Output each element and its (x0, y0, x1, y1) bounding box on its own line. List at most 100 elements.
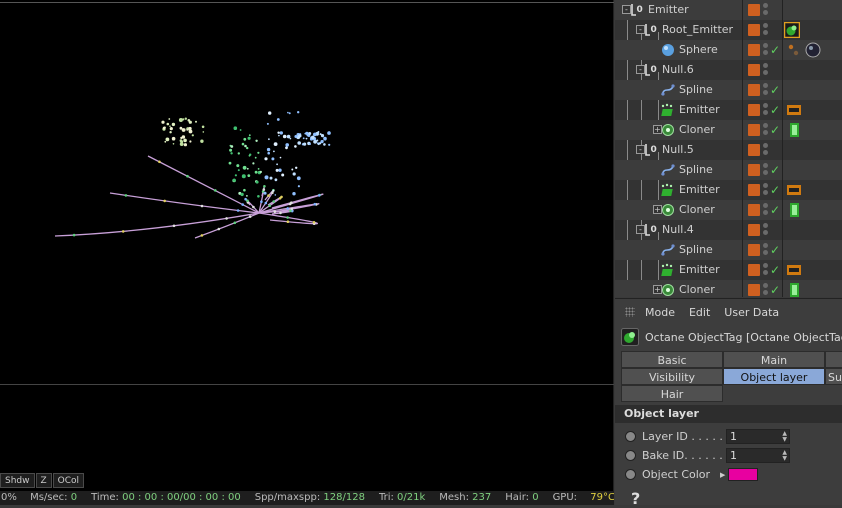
render-viewport[interactable]: Shdw Z OCol (0, 0, 614, 491)
tab-main[interactable]: Main (723, 351, 825, 368)
octane-object-tag-icon[interactable] (784, 22, 800, 38)
om-object-name[interactable]: Cloner (661, 200, 715, 220)
bake-id-animate-icon[interactable] (625, 450, 636, 461)
help-icon[interactable]: ? (631, 489, 640, 508)
enabled-check-icon[interactable]: ✓ (770, 80, 780, 100)
bake-id-field[interactable]: 1 ▲ ▼ (726, 448, 790, 463)
om-row-sphere[interactable]: Sphere ✓ (615, 40, 842, 60)
visibility-dots-icon[interactable] (763, 263, 769, 277)
emitter-tag-icon[interactable] (786, 182, 802, 198)
layer-color-swatch[interactable] (748, 184, 760, 196)
mograph-tag-icon[interactable] (787, 282, 803, 297)
tab-object-layer[interactable]: Object layer (723, 368, 825, 385)
user-data-menu[interactable]: User Data (724, 306, 779, 319)
om-row-emitter[interactable]: Emitter ✓ (615, 260, 842, 280)
layer-color-swatch[interactable] (748, 84, 760, 96)
om-row-null[interactable]: -0 Null.4 (615, 220, 842, 240)
visibility-dots-icon[interactable] (763, 23, 769, 37)
tab-hair[interactable]: Hair (621, 385, 723, 402)
layer-color-swatch[interactable] (748, 104, 760, 116)
om-row-spline[interactable]: Spline ✓ (615, 80, 842, 100)
layer-color-swatch[interactable] (748, 64, 760, 76)
visibility-dots-icon[interactable] (763, 123, 769, 137)
om-row-cloner[interactable]: + Cloner ✓ (615, 120, 842, 140)
layer-color-swatch[interactable] (748, 124, 760, 136)
om-row-cloner[interactable]: + Cloner ✓ (615, 280, 842, 297)
bake-id-spinner-icon[interactable]: ▲ ▼ (782, 450, 787, 462)
enabled-check-icon[interactable]: ✓ (770, 160, 780, 180)
grip-icon[interactable] (625, 307, 635, 317)
om-row-null[interactable]: -0 Root_Emitter (615, 20, 842, 40)
shadow-pass-button[interactable]: Shdw (0, 473, 35, 488)
om-object-name[interactable]: Emitter (661, 260, 720, 280)
visibility-dots-icon[interactable] (763, 63, 769, 77)
enabled-check-icon[interactable]: ✓ (770, 280, 780, 297)
om-object-name[interactable]: Spline (661, 160, 713, 180)
om-row-null[interactable]: -0 Emitter (615, 0, 842, 20)
layer-color-swatch[interactable] (748, 264, 760, 276)
tab-extra[interactable] (825, 351, 842, 368)
visibility-dots-icon[interactable] (763, 183, 769, 197)
om-object-name[interactable]: Sphere (661, 40, 718, 60)
om-row-spline[interactable]: Spline ✓ (615, 240, 842, 260)
enabled-check-icon[interactable]: ✓ (770, 260, 780, 280)
om-object-name[interactable]: Spline (661, 240, 713, 260)
object-manager[interactable]: -0 Emitter -0 Root_Emitter Sphere ✓ -0 Null.6 Sp… (615, 0, 842, 297)
object-color-swatch[interactable] (728, 468, 759, 481)
enabled-check-icon[interactable]: ✓ (770, 120, 780, 140)
om-row-cloner[interactable]: + Cloner ✓ (615, 200, 842, 220)
enabled-check-icon[interactable]: ✓ (770, 200, 780, 220)
layer-color-swatch[interactable] (748, 224, 760, 236)
visibility-dots-icon[interactable] (763, 283, 769, 297)
visibility-dots-icon[interactable] (763, 163, 769, 177)
om-row-emitter[interactable]: Emitter ✓ (615, 180, 842, 200)
visibility-dots-icon[interactable] (763, 203, 769, 217)
om-object-name[interactable]: 0 Null.6 (644, 60, 694, 80)
material-ball-icon[interactable] (788, 42, 822, 58)
layer-id-spinner-icon[interactable]: ▲ ▼ (782, 431, 787, 443)
om-object-name[interactable]: Cloner (661, 280, 715, 297)
visibility-dots-icon[interactable] (763, 103, 769, 117)
tab-visibility[interactable]: Visibility (621, 368, 723, 385)
tab-su[interactable]: Su (825, 368, 842, 385)
mograph-tag-icon[interactable] (787, 122, 803, 138)
om-object-name[interactable]: 0 Null.4 (644, 220, 694, 240)
enabled-check-icon[interactable]: ✓ (770, 240, 780, 260)
object-color-animate-icon[interactable] (625, 469, 636, 480)
om-row-spline[interactable]: Spline ✓ (615, 160, 842, 180)
om-row-emitter[interactable]: Emitter ✓ (615, 100, 842, 120)
enabled-check-icon[interactable]: ✓ (770, 40, 780, 60)
layer-id-field[interactable]: 1 ▲ ▼ (726, 429, 790, 444)
mode-menu[interactable]: Mode (645, 306, 675, 319)
om-object-name[interactable]: 0 Emitter (630, 0, 689, 20)
om-object-name[interactable]: 0 Null.5 (644, 140, 694, 160)
enabled-check-icon[interactable]: ✓ (770, 100, 780, 120)
layer-color-swatch[interactable] (748, 284, 760, 296)
om-object-name[interactable]: Cloner (661, 120, 715, 140)
om-object-name[interactable]: Emitter (661, 100, 720, 120)
color-expand-arrow-icon[interactable]: ▶ (720, 471, 725, 479)
mograph-tag-icon[interactable] (787, 202, 803, 218)
object-color-pass-button[interactable]: OCol (52, 473, 85, 488)
layer-color-swatch[interactable] (748, 24, 760, 36)
z-depth-pass-button[interactable]: Z (35, 473, 52, 488)
om-row-null[interactable]: -0 Null.5 (615, 140, 842, 160)
om-object-name[interactable]: Spline (661, 80, 713, 100)
visibility-dots-icon[interactable] (763, 43, 769, 57)
layer-color-swatch[interactable] (748, 164, 760, 176)
om-object-name[interactable]: Emitter (661, 180, 720, 200)
emitter-tag-icon[interactable] (786, 262, 802, 278)
layer-color-swatch[interactable] (748, 4, 760, 16)
layer-color-swatch[interactable] (748, 144, 760, 156)
visibility-dots-icon[interactable] (763, 3, 769, 17)
layer-color-swatch[interactable] (748, 44, 760, 56)
layer-id-animate-icon[interactable] (625, 431, 636, 442)
visibility-dots-icon[interactable] (763, 223, 769, 237)
emitter-tag-icon[interactable] (786, 102, 802, 118)
om-row-null[interactable]: -0 Null.6 (615, 60, 842, 80)
edit-menu[interactable]: Edit (689, 306, 710, 319)
layer-color-swatch[interactable] (748, 244, 760, 256)
enabled-check-icon[interactable]: ✓ (770, 180, 780, 200)
layer-color-swatch[interactable] (748, 204, 760, 216)
visibility-dots-icon[interactable] (763, 143, 769, 157)
